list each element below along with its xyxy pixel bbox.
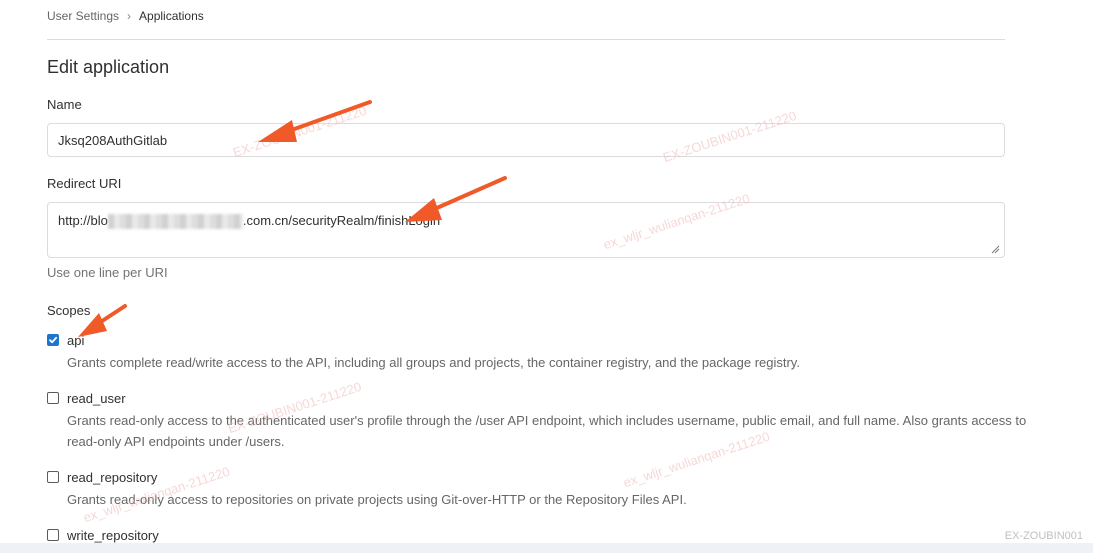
chevron-right-icon: › (127, 9, 132, 23)
header-divider (47, 39, 1005, 40)
scope-read-user-checkbox[interactable] (47, 392, 59, 404)
scope-item-api: api Grants complete read/write access to… (47, 331, 1037, 373)
scope-item-write-repository: write_repository (47, 526, 1037, 544)
check-icon (49, 336, 58, 344)
scope-item-read-user: read_user Grants read-only access to the… (47, 389, 1037, 452)
application-name-value: Jksq208AuthGitlab (58, 132, 168, 148)
redirect-uri-field[interactable]: http://blo .com.cn/securityRealm/finishLo… (47, 202, 1005, 258)
application-name-field[interactable]: Jksq208AuthGitlab (47, 123, 1005, 157)
scope-read-user-description: Grants read-only access to the authentic… (67, 413, 1027, 449)
redacted-host (107, 214, 243, 230)
bottom-strip (0, 543, 1093, 553)
corner-id-watermark: EX-ZOUBIN001 (1004, 530, 1083, 542)
scope-api-label[interactable]: api (67, 333, 84, 348)
scope-read-repository-description: Grants read-only access to repositories … (67, 492, 687, 507)
scope-read-repository-checkbox[interactable] (47, 471, 59, 483)
redirect-uri-label: Redirect URI (47, 176, 122, 191)
scope-read-user-label[interactable]: read_user (67, 391, 126, 406)
page-title: Edit application (47, 57, 170, 77)
breadcrumb-user-settings[interactable]: User Settings (47, 9, 119, 23)
redirect-uri-prefix: http://blo (58, 213, 108, 228)
resize-handle-icon[interactable] (990, 244, 1000, 254)
breadcrumb-applications[interactable]: Applications (139, 9, 204, 23)
scope-api-description: Grants complete read/write access to the… (67, 355, 800, 370)
name-label: Name (47, 97, 82, 112)
redirect-uri-suffix: .com.cn/securityRealm/finishLogin (242, 213, 441, 228)
breadcrumb: User Settings › Applications (47, 9, 204, 23)
scope-write-repository-checkbox[interactable] (47, 529, 59, 541)
scope-item-read-repository: read_repository Grants read-only access … (47, 468, 1037, 510)
scope-api-checkbox[interactable] (47, 334, 59, 346)
edit-application-page: User Settings › Applications Edit applic… (0, 0, 1093, 553)
redirect-uri-help: Use one line per URI (47, 265, 168, 280)
scope-write-repository-label[interactable]: write_repository (67, 528, 159, 543)
scope-read-repository-label[interactable]: read_repository (67, 470, 157, 485)
scopes-label: Scopes (47, 303, 91, 318)
